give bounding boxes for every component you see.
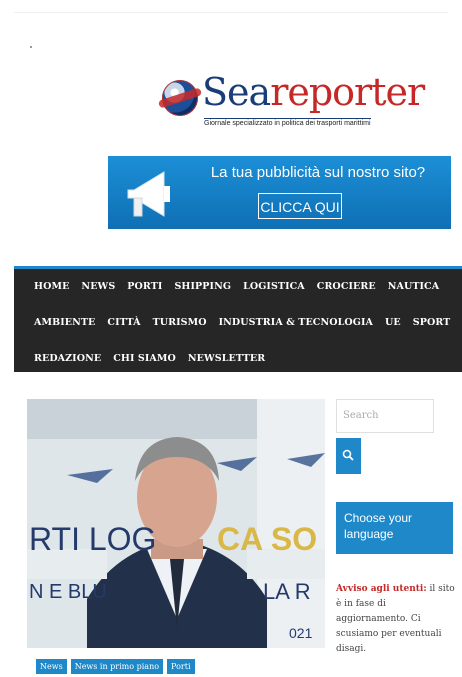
nav-row-3: REDAZIONE CHI SIAMO NEWSLETTER — [34, 353, 265, 364]
language-selector[interactable]: Choose your language — [336, 502, 453, 554]
nav-item-ue[interactable]: UE — [385, 317, 401, 328]
image-caption-text-5: 021 — [289, 625, 313, 641]
logo-sea-text: Sea — [202, 70, 271, 114]
article-tags: News News in primo piano Porti — [36, 659, 195, 674]
nav-item-crociere[interactable]: CROCIERE — [317, 281, 376, 292]
image-caption-text-2: CA SO — [217, 521, 318, 557]
ad-cta-button[interactable]: CLICCA QUI — [258, 193, 342, 219]
notice-text: il sito è in fase di aggiornamento. Ci s… — [336, 584, 455, 654]
image-caption-text-4: LA R — [263, 579, 311, 604]
megaphone-icon — [127, 171, 170, 217]
user-notice: Avviso agli utenti: il sito è in fase di… — [336, 582, 456, 657]
image-caption-text-1: RTI LOG — [29, 521, 157, 557]
nav-item-news[interactable]: NEWS — [81, 281, 115, 292]
nav-item-ambiente[interactable]: AMBIENTE — [34, 317, 95, 328]
search-icon — [342, 449, 354, 461]
nav-item-turismo[interactable]: TURISMO — [153, 317, 207, 328]
nav-item-città[interactable]: CITTÀ — [107, 317, 140, 328]
nav-item-redazione[interactable]: REDAZIONE — [34, 353, 101, 364]
nav-item-newsletter[interactable]: NEWSLETTER — [188, 353, 265, 364]
logo-tagline: Giornale specializzato in politica dei t… — [204, 118, 371, 127]
nav-item-sport[interactable]: SPORT — [413, 317, 451, 328]
logo-reporter-text: reporter — [270, 70, 425, 114]
nav-item-industria-tecnologia[interactable]: INDUSTRIA & TECNOLOGIA — [219, 317, 373, 328]
nav-row-1: HOME NEWS PORTI SHIPPING LOGISTICA CROCIERE NA… — [34, 281, 439, 292]
nav-row-2: AMBIENTE CITTÀ TURISMO INDUSTRIA & TECNOLOG… — [34, 317, 450, 328]
globe-icon — [162, 80, 198, 116]
ad-banner-text: La tua pubblicità sul nostro sito? — [210, 164, 426, 181]
tag-news[interactable]: News — [36, 659, 67, 674]
nav-item-porti[interactable]: PORTI — [127, 281, 162, 292]
nav-item-logistica[interactable]: LOGISTICA — [243, 281, 305, 292]
article-featured-image[interactable]: RTI LOG CA SO N E BLU LA R 021 — [27, 399, 325, 648]
notice-label: Avviso agli utenti: — [336, 584, 427, 594]
logo-wordmark: Seareporter — [202, 66, 425, 118]
nav-item-chi-siamo[interactable]: CHI SIAMO — [113, 353, 176, 364]
ad-banner[interactable]: La tua pubblicità sul nostro sito? CLICC… — [108, 156, 451, 229]
main-navigation: HOME NEWS PORTI SHIPPING LOGISTICA CROCIERE NA… — [14, 266, 462, 372]
tag-porti[interactable]: Porti — [167, 659, 195, 674]
nav-item-nautica[interactable]: NAUTICA — [388, 281, 439, 292]
search-button[interactable] — [336, 438, 361, 474]
decorative-dot — [30, 46, 32, 48]
tag-news-in-primo-piano[interactable]: News in primo piano — [70, 659, 164, 674]
search-input[interactable]: Search — [336, 399, 434, 433]
nav-item-shipping[interactable]: SHIPPING — [174, 281, 231, 292]
top-divider — [14, 12, 448, 13]
image-caption-text-3: N E BLU — [29, 581, 107, 603]
nav-item-home[interactable]: HOME — [34, 281, 69, 292]
site-logo[interactable]: Seareporter Giornale specializzato in po… — [160, 66, 425, 136]
